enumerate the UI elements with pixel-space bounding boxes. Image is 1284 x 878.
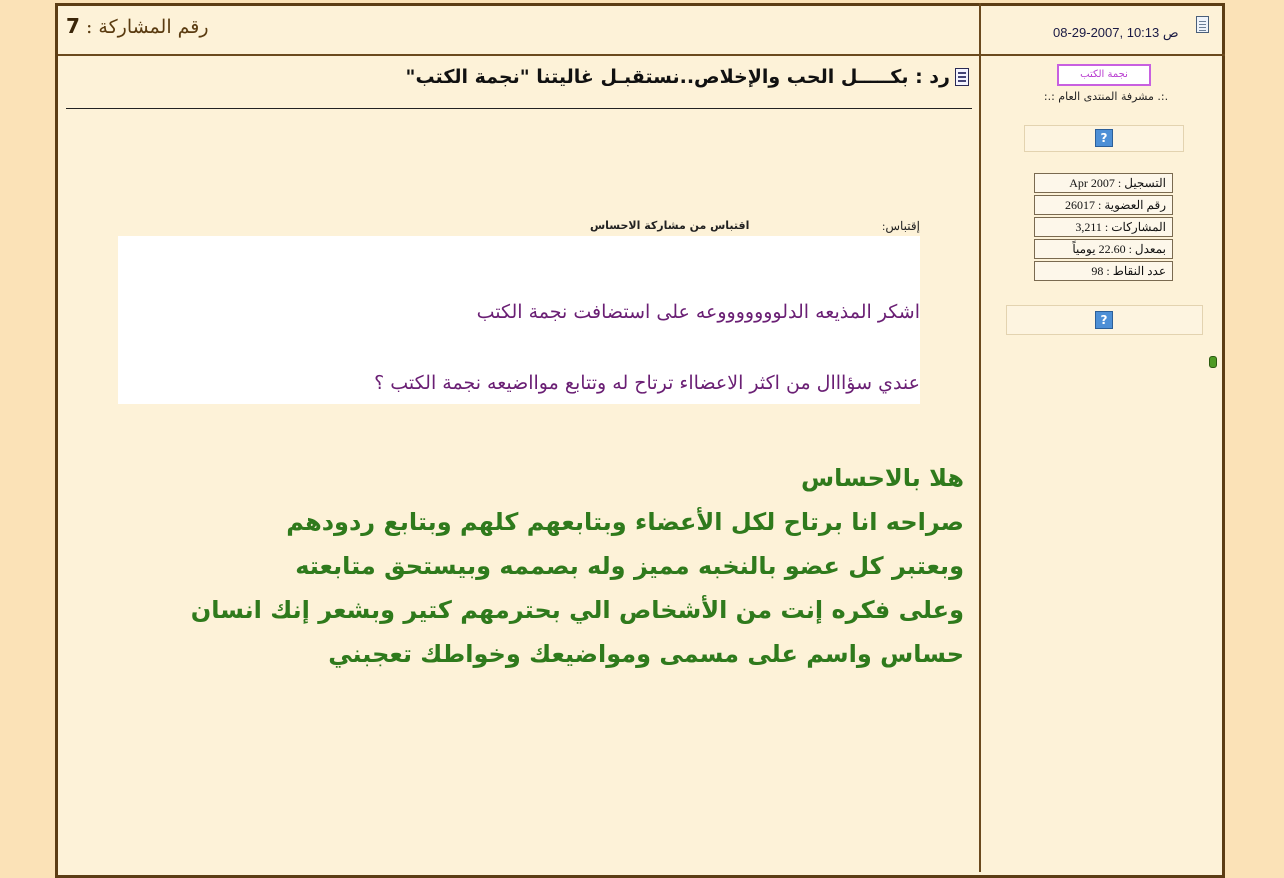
reply-line: هلا بالاحساس bbox=[801, 464, 964, 492]
post-title-icon bbox=[955, 68, 969, 86]
post-date: 08-29-2007, 10:13 ص bbox=[1053, 25, 1179, 40]
quote-label: إقتباس: bbox=[882, 219, 920, 233]
calendar-icon bbox=[1196, 16, 1209, 33]
header-divider bbox=[58, 54, 1225, 56]
title-divider bbox=[66, 108, 972, 109]
stat-member-id: رقم العضوية : 26017 bbox=[1034, 195, 1173, 215]
reply-line: حساس واسم على مسمى ومواضيعك وخواطك تعجبن… bbox=[328, 640, 964, 668]
reply-line: وبعتبر كل عضو بالنخبه مميز وله بصممه وبي… bbox=[295, 552, 964, 580]
post-number[interactable]: رقم المشاركة : 7 bbox=[66, 14, 209, 38]
quote-author[interactable]: اقتباس من مشاركة الاحساس bbox=[590, 219, 749, 232]
post-title: رد : بكـــــل الحب والإخلاص..نستقبـل غال… bbox=[405, 66, 950, 88]
reply-line: وعلى فكره إنت من الأشخاص الي بحترمهم كتي… bbox=[190, 596, 964, 624]
username-link[interactable]: نجمة الكتب bbox=[1057, 64, 1151, 86]
quote-line: عندي سؤااال من اكثر الاعضااء ترتاح له وت… bbox=[374, 372, 920, 394]
online-status-icon bbox=[1209, 356, 1217, 368]
stat-join-date: التسجيل : Apr 2007 bbox=[1034, 173, 1173, 193]
reply-line: صراحه انا برتاح لكل الأعضاء وبتابعهم كله… bbox=[286, 508, 964, 536]
question-mark-icon[interactable]: ? bbox=[1095, 129, 1113, 147]
post-number-value[interactable]: 7 bbox=[66, 14, 80, 38]
column-divider bbox=[979, 3, 981, 872]
post-number-label: رقم المشاركة : bbox=[85, 16, 209, 38]
stat-post-count: المشاركات : 3,211 bbox=[1034, 217, 1173, 237]
stat-points: عدد النقاط : 98 bbox=[1034, 261, 1173, 281]
user-title: .:. مشرفة المنتدى العام :.: bbox=[1043, 90, 1169, 103]
question-mark-icon[interactable]: ? bbox=[1095, 311, 1113, 329]
stat-daily-rate: بمعدل : 22.60 يومياً bbox=[1034, 239, 1173, 259]
user-stats: التسجيل : Apr 2007 رقم العضوية : 26017 ا… bbox=[1034, 173, 1173, 283]
quote-line: اشكر المذيعه الدلوووووووعه على استضافت ن… bbox=[476, 301, 920, 323]
